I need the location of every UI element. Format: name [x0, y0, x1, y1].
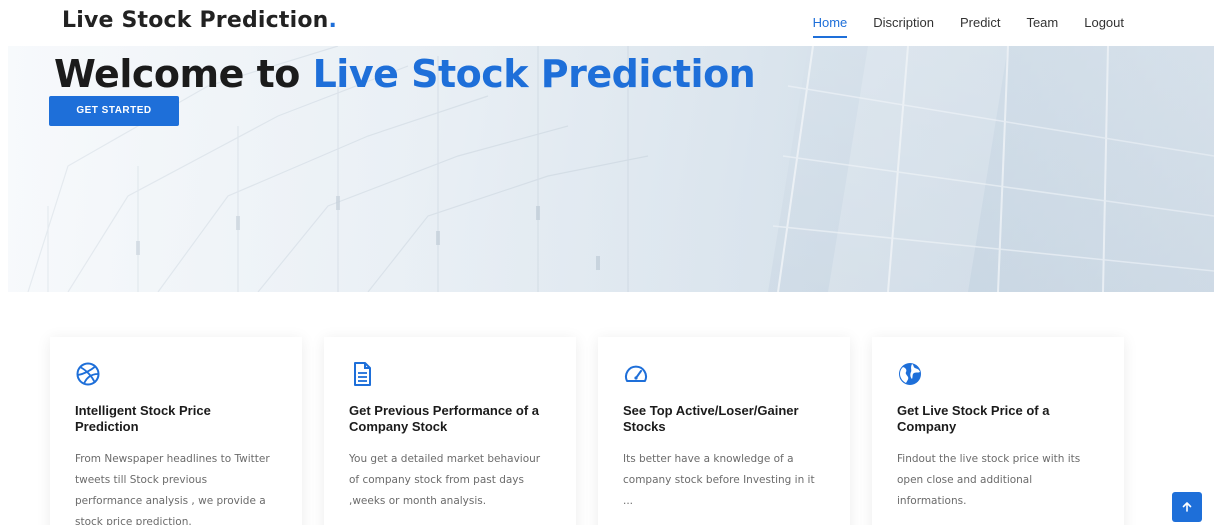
card-title: Intelligent Stock Price Prediction: [75, 403, 211, 434]
card-text: From Newspaper headlines to Twitter twee…: [75, 453, 270, 525]
nav-team[interactable]: Team: [1026, 15, 1058, 38]
get-started-button[interactable]: GET STARTED: [49, 96, 179, 126]
main-nav: Home Discription Predict Team Logout: [787, 15, 1124, 38]
feature-card-prediction: Intelligent Stock Price Prediction From …: [50, 337, 302, 525]
hero-title-prefix: Welcome to: [54, 52, 300, 96]
site-logo[interactable]: Live Stock Prediction.: [62, 8, 337, 33]
arrow-up-icon: [1182, 502, 1192, 512]
card-title: See Top Active/Loser/Gainer Stocks: [623, 403, 799, 434]
document-icon: [354, 362, 371, 386]
nav-logout[interactable]: Logout: [1084, 15, 1124, 38]
globe-icon: [899, 363, 921, 385]
feature-card-previous-performance: Get Previous Performance of a Company St…: [324, 337, 576, 525]
card-text: Its better have a knowledge of a company…: [623, 453, 815, 507]
hero-title: Welcome to Live Stock Prediction: [54, 52, 756, 96]
card-title: Get Previous Performance of a Company St…: [349, 403, 540, 434]
card-text: You get a detailed market behaviour of c…: [349, 453, 541, 507]
hero-title-brand: Live Stock Prediction: [312, 52, 756, 96]
card-text: Findout the live stock price with its op…: [897, 453, 1081, 507]
site-header: Live Stock Prediction. Home Discription …: [0, 0, 1214, 46]
logo-dot: .: [328, 8, 338, 33]
nav-predict[interactable]: Predict: [960, 15, 1000, 38]
back-to-top-button[interactable]: [1172, 492, 1202, 522]
nav-home[interactable]: Home: [812, 15, 848, 38]
speedometer-icon: [625, 365, 647, 382]
dribbble-ball-icon: [76, 362, 100, 386]
nav-discription[interactable]: Discription: [873, 15, 934, 38]
logo-text: Live Stock Prediction: [62, 8, 329, 33]
hero-section: Welcome to Live Stock Prediction GET STA…: [8, 46, 1214, 292]
feature-card-top-stocks: See Top Active/Loser/Gainer Stocks Its b…: [598, 337, 850, 525]
feature-card-live-price: Get Live Stock Price of a Company Findou…: [872, 337, 1124, 525]
card-title: Get Live Stock Price of a Company: [897, 403, 1050, 434]
